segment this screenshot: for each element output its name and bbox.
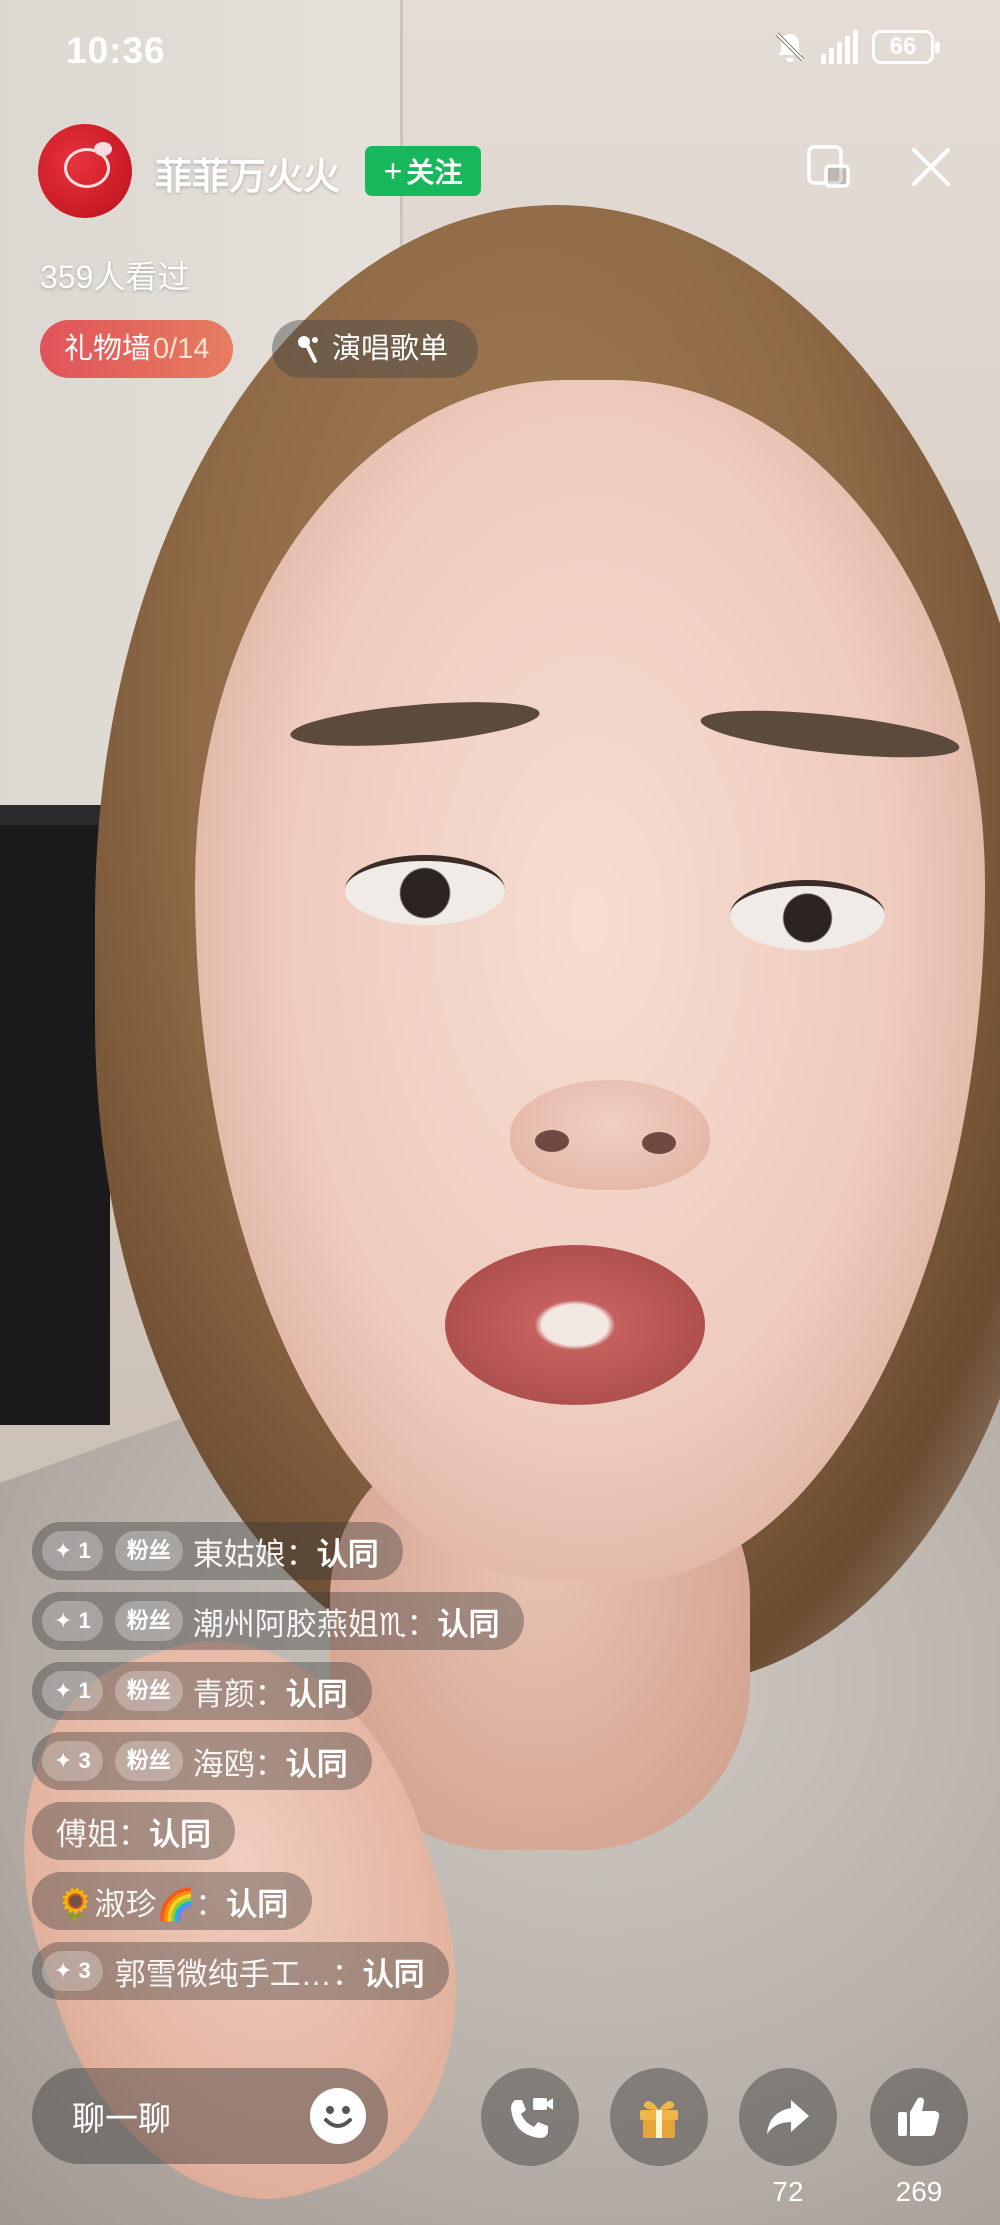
gift-wall-button[interactable]: 礼物墙 0/14 xyxy=(40,320,234,378)
signal-icon xyxy=(821,30,858,64)
smile-icon[interactable] xyxy=(310,2088,366,2144)
like-count: 269 xyxy=(895,2176,943,2207)
comment-item[interactable]: ✦ 3 粉丝 海鸥： 认同 xyxy=(32,1732,372,1790)
level-icon: ✦ xyxy=(54,1748,73,1773)
nostril xyxy=(535,1130,569,1152)
status-bar: 10:36 66 xyxy=(0,0,1000,100)
level-badge: ✦ 3 xyxy=(42,1741,103,1781)
comment-item[interactable]: ✦ 1 粉丝 東姑娘： 认同 xyxy=(32,1522,403,1580)
video-call-button[interactable] xyxy=(481,2068,579,2166)
fan-badge: 粉丝 xyxy=(114,1741,183,1781)
like-button[interactable] xyxy=(870,2068,968,2166)
level-badge: ✦ 1 xyxy=(42,1531,103,1571)
anchor-name[interactable]: 菲菲万火火 xyxy=(155,146,340,200)
level-icon: ✦ xyxy=(54,1608,73,1633)
close-icon[interactable] xyxy=(906,142,956,192)
comment-author: 東姑娘 xyxy=(192,1536,286,1572)
comment-author: 海鸥 xyxy=(192,1746,255,1782)
fan-badge: 粉丝 xyxy=(114,1531,183,1571)
comment-text: 认同 xyxy=(437,1606,500,1642)
comment-author: 🌻淑珍🌈 xyxy=(56,1886,196,1922)
avatar-bow xyxy=(94,142,112,156)
comment-list: ✦ 1 粉丝 東姑娘： 认同 ✦ 1 粉丝 潮州阿胶燕姐♏： 认同 ✦ 1 粉丝 青颜… xyxy=(32,1522,732,2012)
level-badge: ✦ 3 xyxy=(42,1951,103,1991)
gift-button[interactable] xyxy=(610,2068,708,2166)
comment-item[interactable]: ✦ 1 粉丝 潮州阿胶燕姐♏： 认同 xyxy=(32,1592,524,1650)
gift-wall-label: 礼物墙 xyxy=(64,333,152,365)
comment-text: 认同 xyxy=(362,1956,425,1992)
follow-label: 关注 xyxy=(406,157,463,188)
bell-off-icon xyxy=(775,32,805,62)
background-tv xyxy=(0,805,110,1425)
share-arrow-icon xyxy=(767,2100,809,2134)
floating-window-icon[interactable] xyxy=(804,142,854,192)
comment-item[interactable]: ✦ 3 郭雪微纯手工…： 认同 xyxy=(32,1942,449,2000)
comment-text: 认同 xyxy=(285,1746,348,1782)
thumbs-up-icon xyxy=(898,2097,940,2136)
comment-item[interactable]: ✦ 1 粉丝 青颜： 认同 xyxy=(32,1662,372,1720)
follow-button[interactable]: + 关注 xyxy=(365,146,481,196)
share-button[interactable] xyxy=(739,2068,837,2166)
level-icon: ✦ xyxy=(54,1958,73,1983)
comment-author: 潮州阿胶燕姐♏ xyxy=(192,1606,407,1642)
comment-text: 认同 xyxy=(316,1536,379,1572)
comment-item[interactable]: 🌻淑珍🌈： 认同 xyxy=(32,1872,313,1930)
anchor-avatar[interactable] xyxy=(38,124,132,218)
comment-text: 认同 xyxy=(226,1886,289,1922)
comment-author: 青颜 xyxy=(192,1676,255,1712)
battery-icon: 66 xyxy=(872,30,940,64)
nostril xyxy=(642,1132,676,1154)
comment-text: 认同 xyxy=(285,1676,348,1712)
song-list-label: 演唱歌单 xyxy=(332,333,449,365)
song-list-button[interactable]: 演唱歌单 xyxy=(272,320,479,378)
status-time: 10:36 xyxy=(66,30,166,71)
status-icons: 66 xyxy=(773,30,940,64)
comment-author: 郭雪微纯手工… xyxy=(114,1956,332,1992)
level-icon: ✦ xyxy=(54,1538,73,1563)
lips xyxy=(445,1245,705,1405)
comment-author: 傅姐 xyxy=(56,1816,118,1852)
left-eye xyxy=(345,855,505,925)
level-badge: ✦ 1 xyxy=(42,1601,103,1641)
viewer-count: 359人看过 xyxy=(40,259,190,295)
comment-text: 认同 xyxy=(149,1816,211,1852)
background-tv-edge xyxy=(0,805,110,825)
plus-icon: + xyxy=(383,153,403,189)
level-badge: ✦ 1 xyxy=(42,1671,103,1711)
right-eye xyxy=(730,880,885,950)
share-count: 72 xyxy=(772,2176,804,2207)
chat-placeholder: 聊一聊 xyxy=(72,2100,171,2137)
level-icon: ✦ xyxy=(54,1678,73,1703)
comment-item[interactable]: 傅姐： 认同 xyxy=(32,1802,235,1860)
gift-wall-count: 0/14 xyxy=(153,333,210,365)
fan-badge: 粉丝 xyxy=(114,1671,183,1711)
fan-badge: 粉丝 xyxy=(114,1601,183,1641)
microphone-icon xyxy=(298,336,318,363)
video-call-icon xyxy=(511,2098,553,2138)
gift-icon xyxy=(640,2101,678,2138)
